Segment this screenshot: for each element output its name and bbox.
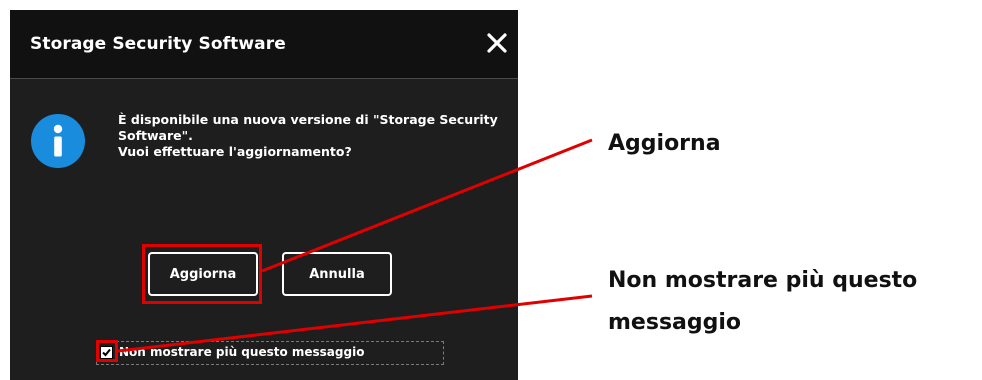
- dialog-message: È disponibile una nuova versione di "Sto…: [118, 112, 503, 160]
- highlight-checkbox: [96, 340, 118, 362]
- info-icon: [30, 113, 86, 169]
- callout-checkbox-line: Non mostrare più questo: [608, 268, 918, 293]
- dont-show-again-row[interactable]: Non mostrare più questo messaggio: [96, 341, 444, 365]
- callout-update-label: Aggiorna: [608, 131, 721, 156]
- highlight-update-button: [142, 244, 262, 304]
- update-dialog: Storage Security Software È disponibile …: [10, 10, 518, 380]
- dialog-title: Storage Security Software: [30, 34, 286, 54]
- dialog-titlebar: Storage Security Software: [10, 10, 518, 79]
- message-line: È disponibile una nuova versione di "Sto…: [118, 112, 498, 127]
- callout-checkbox-label: Non mostrare più questo messaggio: [608, 260, 917, 344]
- callout-checkbox-line: messaggio: [608, 310, 742, 335]
- checkbox-label: Non mostrare più questo messaggio: [119, 345, 365, 359]
- cancel-button[interactable]: Annulla: [282, 252, 392, 296]
- message-line: Software".: [118, 128, 193, 143]
- message-line: Vuoi effettuare l'aggiornamento?: [118, 144, 352, 159]
- close-icon[interactable]: [486, 32, 508, 54]
